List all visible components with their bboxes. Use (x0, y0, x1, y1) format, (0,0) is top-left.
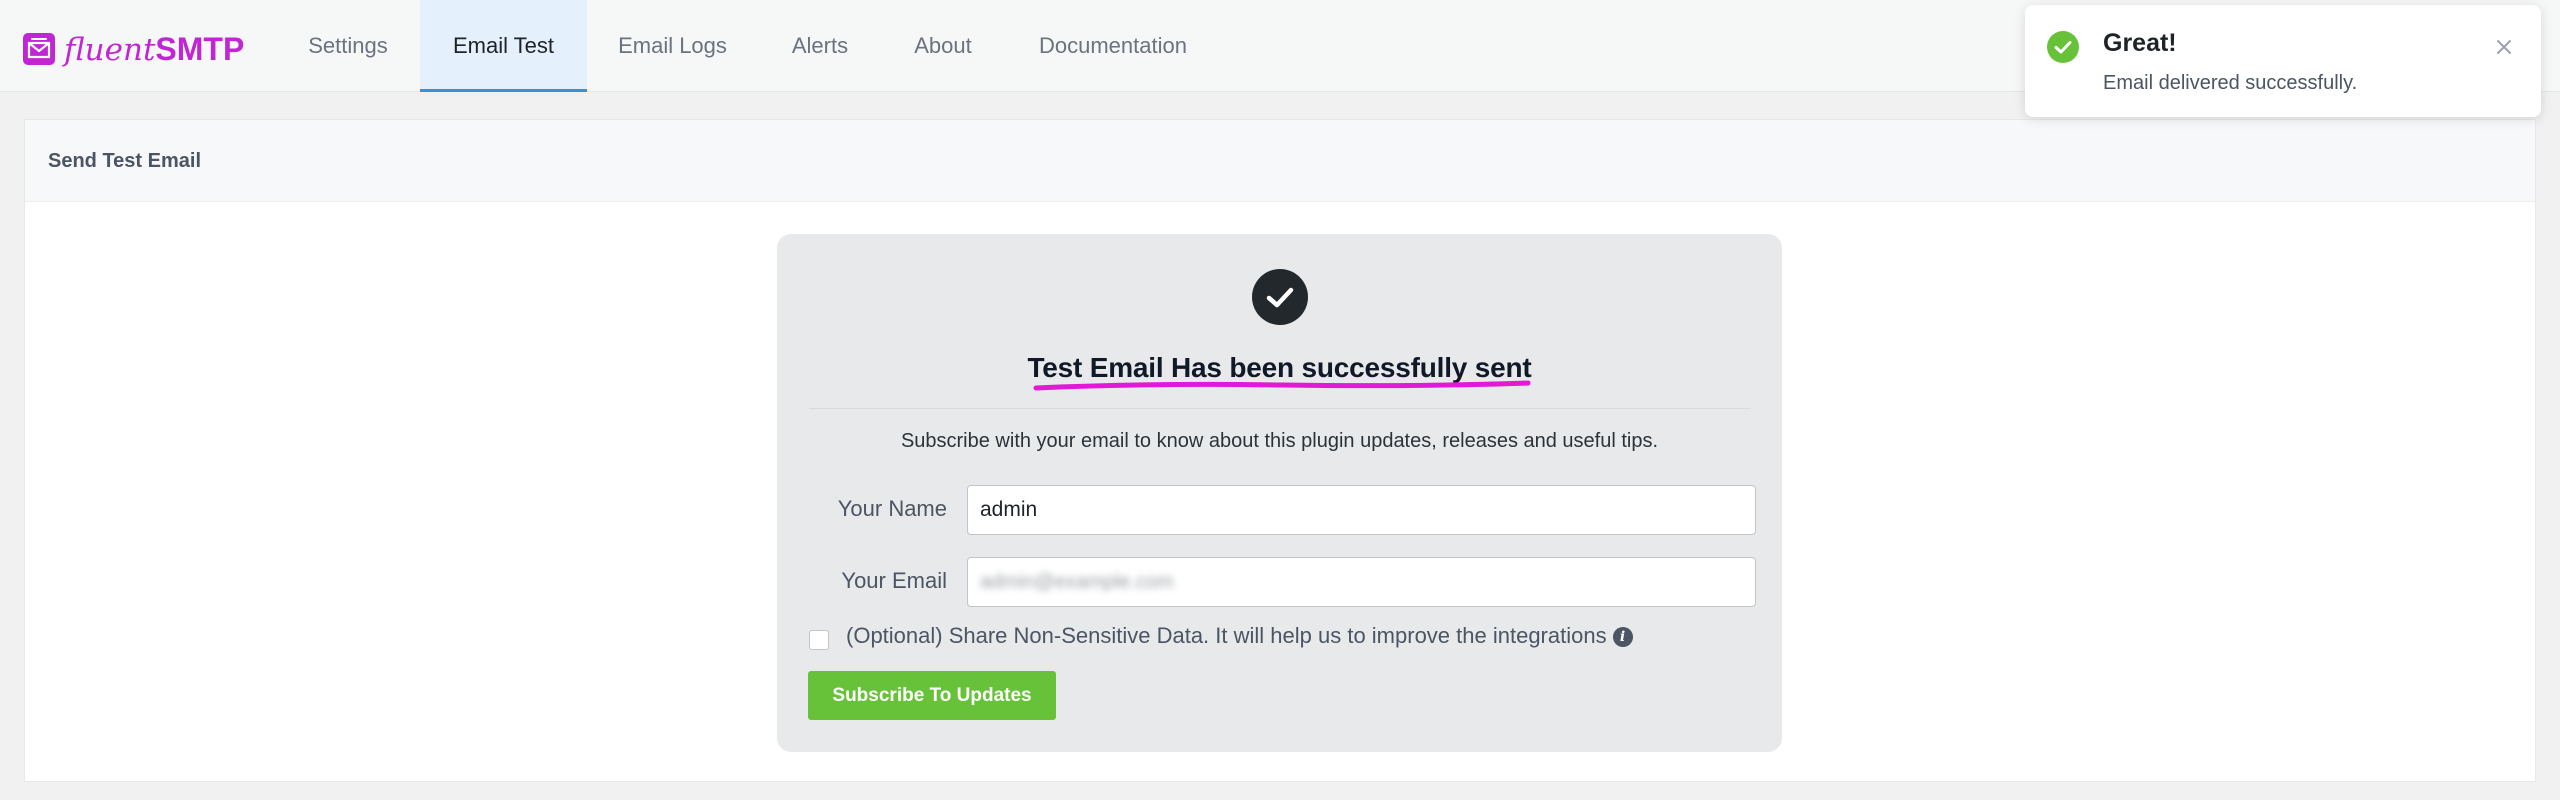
name-label: Your Name (837, 496, 947, 521)
share-data-checkbox[interactable] (809, 630, 829, 650)
share-data-text: (Optional) Share Non-Sensitive Data. It … (846, 623, 1607, 648)
panel-title: Send Test Email (25, 120, 2535, 202)
success-toast: Great! Email delivered successfully. (2025, 5, 2541, 117)
tab-alerts[interactable]: Alerts (768, 0, 872, 92)
email-label: Your Email (841, 568, 947, 593)
success-check-icon (2047, 31, 2079, 63)
share-data-label: (Optional) Share Non-Sensitive Data. It … (846, 623, 1633, 649)
card-divider (809, 408, 1750, 409)
success-card: Test Email Has been successfully sent Su… (777, 234, 1782, 752)
tab-email-test[interactable]: Email Test (420, 0, 587, 92)
success-check-badge (1252, 269, 1308, 325)
subscribe-button[interactable]: Subscribe To Updates (808, 671, 1056, 720)
info-icon[interactable]: i (1612, 627, 1633, 647)
toast-message: Email delivered successfully. (2103, 72, 2358, 94)
subscribe-description: Subscribe with your email to know about … (900, 430, 1659, 452)
fluentsmtp-logo[interactable]: fluentSMTP (22, 29, 244, 69)
tab-about[interactable]: About (888, 0, 998, 92)
close-icon[interactable] (2495, 38, 2513, 56)
name-input[interactable]: admin (967, 485, 1756, 535)
email-value-blurred: admin@example.com (980, 571, 1174, 593)
email-input[interactable]: admin@example.com (967, 557, 1756, 607)
highlight-underline (1033, 380, 1531, 391)
check-icon (1266, 287, 1294, 308)
tab-email-logs[interactable]: Email Logs (600, 0, 745, 92)
logo-text-smtp: SMTP (155, 30, 245, 67)
logo-text: fluentSMTP (64, 31, 244, 68)
envelope-logo-icon (23, 33, 55, 65)
tab-documentation[interactable]: Documentation (1016, 0, 1210, 92)
logo-text-fluent: fluent (64, 31, 156, 68)
tab-settings[interactable]: Settings (286, 0, 410, 92)
toast-title: Great! (2103, 29, 2177, 57)
